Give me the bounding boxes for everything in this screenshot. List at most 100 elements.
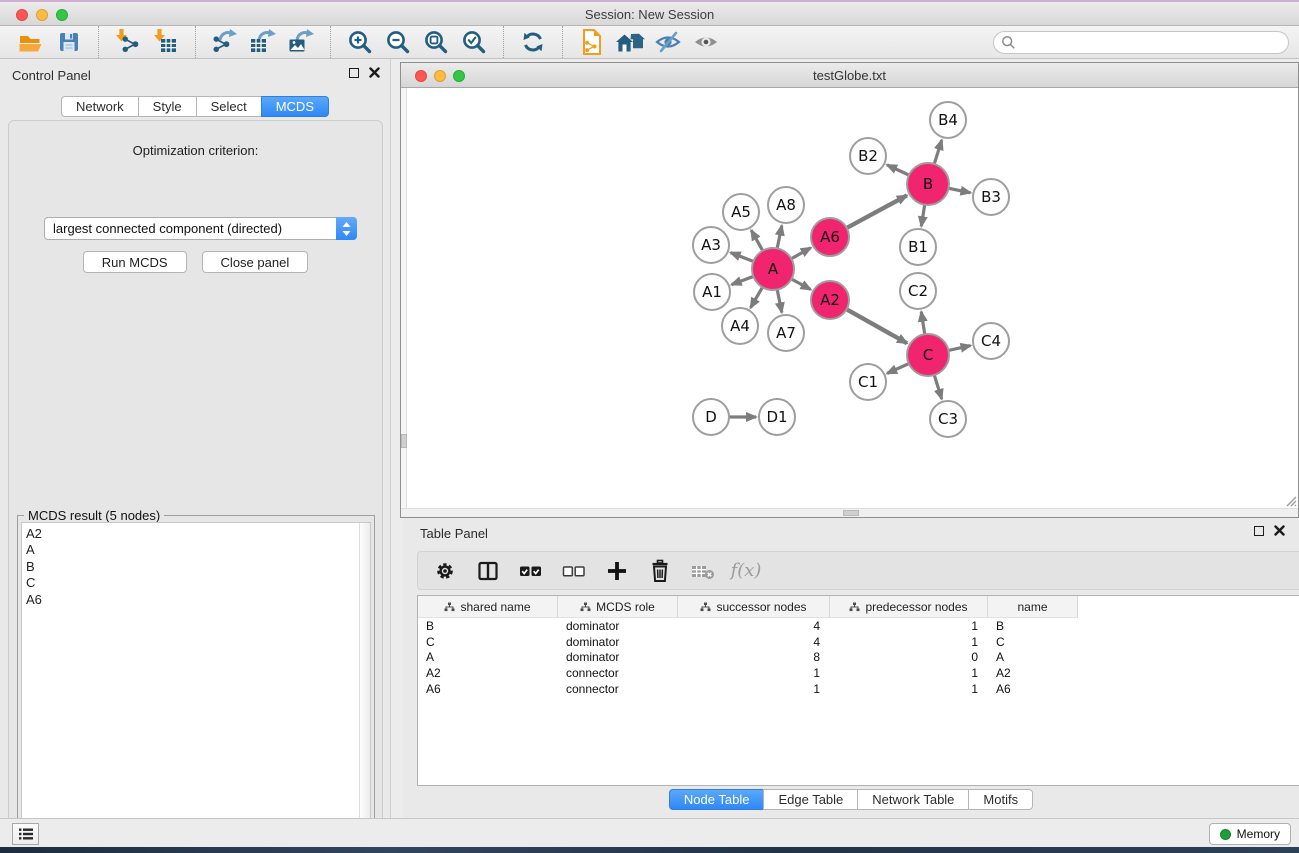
column-header-shared-name[interactable]: shared name — [418, 596, 558, 618]
task-history-button[interactable] — [12, 823, 39, 845]
graph-node-C4[interactable]: C4 — [973, 323, 1009, 359]
tab-motifs[interactable]: Motifs — [968, 789, 1033, 810]
graph-node-C3[interactable]: C3 — [930, 401, 966, 437]
node-table: shared name MCDS role successor nodesprede… — [417, 595, 1299, 786]
houses-icon[interactable] — [613, 27, 647, 57]
table-cell: C — [988, 635, 1078, 649]
column-header-MCDS-role[interactable]: MCDS role — [558, 596, 678, 618]
float-panel-icon[interactable] — [349, 68, 359, 78]
open-file-icon[interactable] — [14, 27, 48, 57]
graph-node-A6[interactable]: A6 — [811, 218, 849, 256]
network-horizontal-scrollbar[interactable] — [401, 508, 1298, 517]
criterion-dropdown[interactable]: largest connected component (directed) — [44, 217, 357, 240]
search-box[interactable] — [993, 31, 1289, 54]
node-label: A8 — [776, 196, 796, 214]
save-session-icon[interactable] — [52, 27, 86, 57]
columns-icon[interactable] — [475, 558, 501, 584]
search-input[interactable] — [1016, 33, 1288, 52]
graph-node-B[interactable]: B — [907, 163, 949, 205]
graph-node-B2[interactable]: B2 — [850, 138, 886, 174]
list-item[interactable]: C — [26, 575, 370, 591]
tab-network[interactable]: Network — [61, 96, 138, 117]
table-cell: A2 — [988, 666, 1078, 680]
network-vertical-scrollbar[interactable] — [401, 88, 407, 508]
export-image-icon[interactable] — [284, 27, 318, 57]
tab-edge-table[interactable]: Edge Table — [763, 789, 857, 810]
table-header-row: shared name MCDS role successor nodesprede… — [418, 596, 1299, 618]
import-network-icon[interactable] — [111, 27, 145, 57]
export-network-icon[interactable] — [208, 27, 242, 57]
hierarchy-icon — [444, 602, 455, 612]
control-panel-title: Control Panel — [12, 68, 91, 83]
memory-button[interactable]: Memory — [1209, 823, 1291, 845]
network-window-titlebar[interactable]: testGlobe.txt — [401, 63, 1298, 88]
list-item[interactable]: A6 — [26, 592, 370, 608]
node-label: C4 — [981, 332, 1001, 350]
graph-node-A7[interactable]: A7 — [768, 315, 804, 351]
v-scroll-thumb[interactable] — [401, 434, 407, 448]
graph-node-C1[interactable]: C1 — [850, 364, 886, 400]
table-row[interactable]: Cdominator41C — [418, 634, 1299, 650]
tab-style[interactable]: Style — [138, 96, 196, 117]
list-item[interactable]: B — [26, 559, 370, 575]
list-item[interactable]: A — [26, 542, 370, 558]
graph-node-D1[interactable]: D1 — [759, 399, 795, 435]
graph-node-B4[interactable]: B4 — [930, 102, 966, 138]
delete-column-icon[interactable] — [647, 558, 673, 584]
table-row[interactable]: Adominator80A — [418, 649, 1299, 665]
graph-node-C2[interactable]: C2 — [900, 273, 936, 309]
tab-node-table[interactable]: Node Table — [669, 789, 764, 810]
refresh-icon[interactable] — [516, 27, 550, 57]
network-canvas[interactable]: A A1 A3A5 A8 A4 A7 A6 A2 B B2 B4 B3 B1 C C2 C1 C3 C4 D D1 — [407, 88, 1293, 508]
table-row[interactable]: Bdominator41B — [418, 618, 1299, 634]
resize-grip-icon[interactable] — [1283, 493, 1297, 507]
add-column-icon[interactable] — [604, 558, 630, 584]
table-float-panel-icon[interactable] — [1254, 526, 1264, 536]
node-label: A6 — [820, 228, 840, 246]
zoom-out-icon[interactable] — [381, 27, 415, 57]
graph-node-B3[interactable]: B3 — [973, 179, 1009, 215]
show-graphics-icon[interactable] — [689, 27, 723, 57]
tab-network-table[interactable]: Network Table — [857, 789, 968, 810]
deselect-all-icon[interactable] — [561, 558, 587, 584]
graph-node-A5[interactable]: A5 — [723, 194, 759, 230]
column-header-successor-nodes[interactable]: successor nodes — [678, 596, 830, 618]
network-file-icon[interactable] — [575, 27, 609, 57]
graph-node-D[interactable]: D — [693, 399, 729, 435]
column-header-name[interactable]: name — [988, 596, 1078, 618]
graph-node-A2[interactable]: A2 — [811, 281, 849, 319]
graph-node-A1[interactable]: A1 — [694, 274, 730, 310]
list-item[interactable]: A2 — [26, 526, 370, 542]
close-panel-button[interactable]: Close panel — [202, 251, 309, 273]
mcds-result-list[interactable]: A2ABCA6 — [21, 522, 371, 853]
export-table-icon[interactable] — [246, 27, 280, 57]
table-cell: connector — [558, 682, 678, 696]
import-table-icon[interactable] — [149, 27, 183, 57]
select-all-icon[interactable] — [518, 558, 544, 584]
column-header-predecessor-nodes[interactable]: predecessor nodes — [830, 596, 988, 618]
column-label: MCDS role — [596, 600, 655, 614]
gear-icon[interactable] — [432, 558, 458, 584]
table-row[interactable]: A2connector11A2 — [418, 665, 1299, 681]
run-mcds-button[interactable]: Run MCDS — [83, 251, 187, 273]
table-close-panel-icon[interactable] — [1274, 525, 1285, 536]
table-cell: 1 — [830, 682, 988, 696]
graph-node-A8[interactable]: A8 — [768, 187, 804, 223]
tab-mcds[interactable]: MCDS — [261, 96, 329, 117]
zoom-fit-icon[interactable] — [419, 27, 453, 57]
result-scrollbar[interactable] — [359, 523, 370, 853]
hide-graphics-icon[interactable] — [651, 27, 685, 57]
h-scroll-thumb[interactable] — [843, 510, 859, 516]
graph-node-B1[interactable]: B1 — [900, 229, 936, 265]
graph-node-A[interactable]: A — [752, 248, 794, 290]
close-panel-icon[interactable] — [369, 67, 380, 78]
table-row[interactable]: A6connector11A6 — [418, 681, 1299, 697]
graph-node-A4[interactable]: A4 — [722, 308, 758, 344]
table-cell: A — [418, 650, 558, 664]
zoom-selected-icon[interactable] — [457, 27, 491, 57]
graph-node-C[interactable]: C — [907, 334, 949, 376]
graph-node-A3[interactable]: A3 — [693, 227, 729, 263]
mcds-result-group: MCDS result (5 nodes) A2ABCA6 — [17, 515, 375, 853]
zoom-in-icon[interactable] — [343, 27, 377, 57]
tab-select[interactable]: Select — [196, 96, 261, 117]
